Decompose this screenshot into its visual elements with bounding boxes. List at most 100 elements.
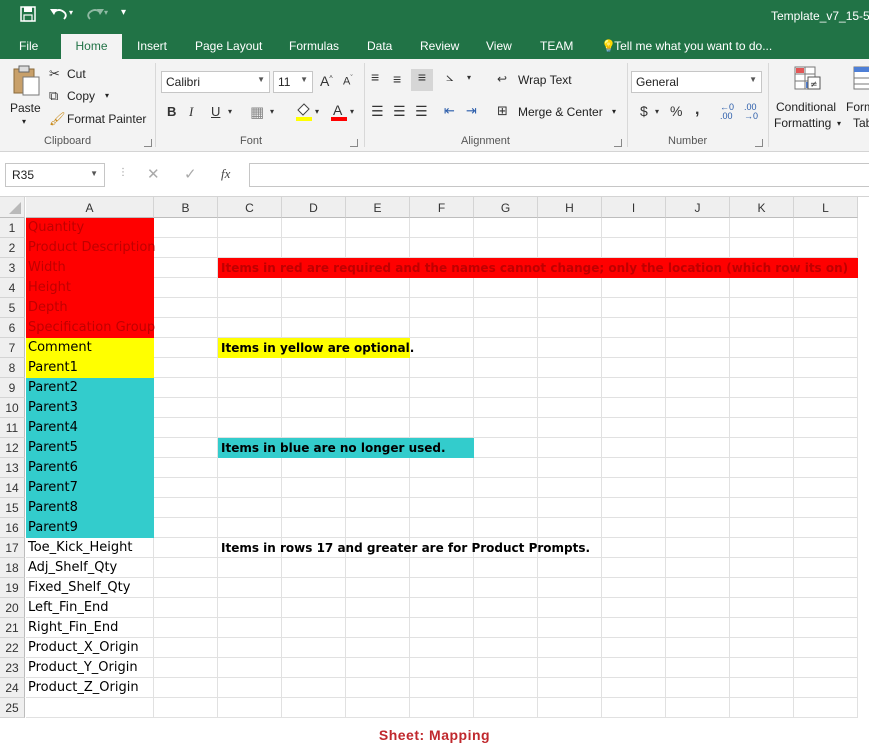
cell[interactable]: [794, 578, 858, 598]
cell-a[interactable]: Quantity: [26, 218, 154, 238]
borders-icon[interactable]: ▦: [250, 103, 264, 121]
middle-align-icon[interactable]: ≡: [393, 71, 401, 87]
undo-dropdown-icon[interactable]: ▾: [69, 8, 73, 28]
cell[interactable]: [346, 658, 410, 678]
cell[interactable]: [218, 378, 282, 398]
row-header[interactable]: 8: [0, 358, 25, 378]
cell[interactable]: [282, 578, 346, 598]
cell[interactable]: [282, 518, 346, 538]
cell[interactable]: [538, 378, 602, 398]
cell[interactable]: [282, 558, 346, 578]
cell[interactable]: [730, 638, 794, 658]
row-header[interactable]: 2: [0, 238, 25, 258]
cell[interactable]: [730, 538, 794, 558]
cell[interactable]: [346, 518, 410, 538]
decrease-font-size-icon[interactable]: Aˇ: [343, 75, 353, 88]
tab-file[interactable]: File: [19, 39, 38, 53]
row-header[interactable]: 24: [0, 678, 25, 698]
cell-a[interactable]: Product_Z_Origin: [26, 678, 154, 698]
align-right-icon[interactable]: ☰: [415, 103, 428, 120]
cell[interactable]: [410, 278, 474, 298]
cell[interactable]: [794, 638, 858, 658]
cell[interactable]: [218, 398, 282, 418]
enter-check-icon[interactable]: ✓: [184, 165, 197, 183]
cell[interactable]: [218, 298, 282, 318]
cell[interactable]: [154, 578, 218, 598]
cell[interactable]: [602, 598, 666, 618]
row-header[interactable]: 9: [0, 378, 25, 398]
cell[interactable]: [666, 338, 730, 358]
cell-a[interactable]: Right_Fin_End: [26, 618, 154, 638]
cell[interactable]: [282, 318, 346, 338]
fill-color-dropdown-icon[interactable]: ▾: [315, 107, 319, 116]
cell-a[interactable]: Comment: [26, 338, 154, 358]
cell[interactable]: [602, 398, 666, 418]
bottom-align-icon[interactable]: ≡: [411, 69, 433, 91]
cell[interactable]: [794, 238, 858, 258]
cell[interactable]: [218, 218, 282, 238]
cell[interactable]: [602, 678, 666, 698]
row-header[interactable]: 5: [0, 298, 25, 318]
cell[interactable]: [218, 618, 282, 638]
cell[interactable]: [282, 298, 346, 318]
cell[interactable]: [794, 358, 858, 378]
cell[interactable]: [474, 418, 538, 438]
cell[interactable]: [346, 618, 410, 638]
cell[interactable]: [410, 478, 474, 498]
percent-button[interactable]: %: [670, 103, 682, 119]
cell[interactable]: [410, 378, 474, 398]
bold-button[interactable]: B: [167, 104, 176, 119]
cell[interactable]: [218, 278, 282, 298]
cell[interactable]: [154, 518, 218, 538]
row-header[interactable]: 17: [0, 538, 25, 558]
cell[interactable]: [666, 598, 730, 618]
cell[interactable]: [794, 618, 858, 638]
orientation-dropdown-icon[interactable]: ▾: [467, 73, 471, 82]
cell[interactable]: [730, 678, 794, 698]
note-blue-unused[interactable]: Items in blue are no longer used.: [218, 438, 474, 458]
cell-a[interactable]: Parent7: [26, 478, 154, 498]
cell[interactable]: [538, 498, 602, 518]
cell[interactable]: [154, 258, 218, 278]
cell[interactable]: [666, 638, 730, 658]
cell-a[interactable]: Left_Fin_End: [26, 598, 154, 618]
cell[interactable]: [346, 678, 410, 698]
cell[interactable]: [602, 518, 666, 538]
row-header[interactable]: 11: [0, 418, 25, 438]
cell[interactable]: [218, 598, 282, 618]
copy-button[interactable]: ⧉ Copy ▾: [49, 88, 119, 106]
cell[interactable]: [282, 658, 346, 678]
cell[interactable]: [410, 698, 474, 718]
cell[interactable]: [666, 458, 730, 478]
cell[interactable]: [346, 558, 410, 578]
select-all-corner[interactable]: [0, 197, 25, 218]
cell[interactable]: [154, 338, 218, 358]
cell[interactable]: [282, 398, 346, 418]
decrease-indent-icon[interactable]: ⇤: [444, 103, 455, 119]
row-header[interactable]: 12: [0, 438, 25, 458]
cell[interactable]: [282, 238, 346, 258]
column-header-i[interactable]: I: [602, 197, 666, 218]
cell[interactable]: [794, 338, 858, 358]
cell[interactable]: [474, 618, 538, 638]
insert-function-icon[interactable]: fx: [221, 166, 230, 182]
cell[interactable]: [538, 698, 602, 718]
cell-a[interactable]: Parent5: [26, 438, 154, 458]
cell[interactable]: [346, 598, 410, 618]
column-header-h[interactable]: H: [538, 197, 602, 218]
cell[interactable]: [474, 458, 538, 478]
column-header-l[interactable]: L: [794, 197, 858, 218]
cell[interactable]: [602, 278, 666, 298]
cell[interactable]: [218, 498, 282, 518]
cell[interactable]: [282, 218, 346, 238]
cell[interactable]: [282, 418, 346, 438]
cell[interactable]: [730, 558, 794, 578]
cell[interactable]: [282, 498, 346, 518]
cell[interactable]: [666, 398, 730, 418]
cell[interactable]: [602, 358, 666, 378]
tab-page-layout[interactable]: Page Layout: [195, 39, 262, 53]
cell-a[interactable]: [26, 698, 154, 718]
underline-button[interactable]: U: [211, 104, 220, 119]
italic-button[interactable]: I: [189, 104, 193, 120]
comma-button[interactable]: ,: [695, 101, 699, 119]
